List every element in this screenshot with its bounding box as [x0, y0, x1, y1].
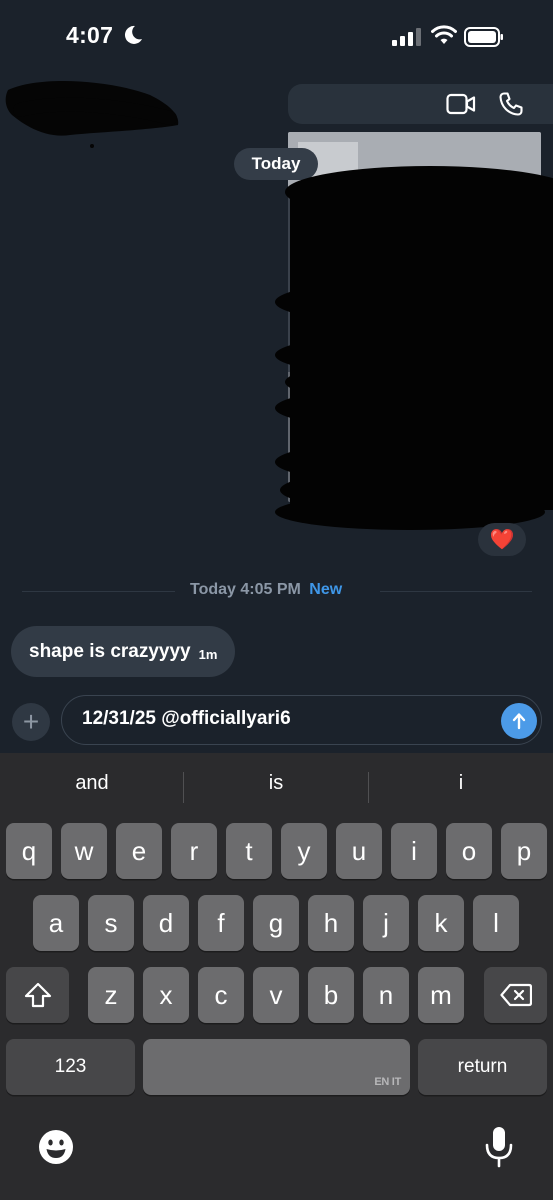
- redacted-image-content: [275, 166, 553, 530]
- key-b[interactable]: b: [308, 967, 354, 1023]
- key-h[interactable]: h: [308, 895, 354, 951]
- key-g[interactable]: g: [253, 895, 299, 951]
- status-time: 4:07: [66, 22, 114, 48]
- key-x[interactable]: x: [143, 967, 189, 1023]
- key-r[interactable]: r: [171, 823, 217, 879]
- delete-key[interactable]: [484, 967, 547, 1023]
- new-badge: New: [309, 581, 343, 598]
- return-key[interactable]: return: [418, 1039, 547, 1095]
- moon-icon: [124, 25, 142, 44]
- key-t[interactable]: t: [226, 823, 272, 879]
- key-e[interactable]: e: [116, 823, 162, 879]
- redacted-contact-name: [5, 80, 179, 148]
- battery-icon: [464, 27, 503, 47]
- message-time: 1m: [198, 647, 218, 662]
- key-v[interactable]: v: [253, 967, 299, 1023]
- plus-icon: +: [22, 706, 40, 737]
- emoji-icon[interactable]: [37, 1128, 75, 1166]
- video-icon[interactable]: [446, 93, 476, 115]
- key-u[interactable]: u: [336, 823, 382, 879]
- key-f[interactable]: f: [198, 895, 244, 951]
- key-n[interactable]: n: [363, 967, 409, 1023]
- key-y[interactable]: y: [281, 823, 327, 879]
- key-z[interactable]: z: [88, 967, 134, 1023]
- incoming-message-bubble[interactable]: shape is crazyyyy 1m: [11, 626, 236, 677]
- key-d[interactable]: d: [143, 895, 189, 951]
- key-i[interactable]: i: [391, 823, 437, 879]
- key-s[interactable]: s: [88, 895, 134, 951]
- cellular-signal-icon: [392, 28, 421, 46]
- key-q[interactable]: q: [6, 823, 52, 879]
- wifi-icon: [431, 25, 457, 44]
- suggestion-1[interactable]: and: [0, 772, 184, 804]
- key-l[interactable]: l: [473, 895, 519, 951]
- space-bar[interactable]: EN IT: [143, 1039, 410, 1095]
- suggestion-3[interactable]: i: [369, 772, 553, 804]
- key-j[interactable]: j: [363, 895, 409, 951]
- heart-icon: ❤️: [489, 529, 515, 551]
- phone-icon[interactable]: [498, 91, 524, 117]
- shift-icon: [24, 982, 51, 1008]
- key-p[interactable]: p: [501, 823, 547, 879]
- suggestion-2[interactable]: is: [184, 772, 368, 804]
- key-m[interactable]: m: [418, 967, 464, 1023]
- backspace-icon: [499, 983, 532, 1007]
- add-attachment-button[interactable]: +: [12, 703, 50, 741]
- key-a[interactable]: a: [33, 895, 79, 951]
- shift-key[interactable]: [6, 967, 69, 1023]
- divider-line: [22, 591, 175, 592]
- key-o[interactable]: o: [446, 823, 492, 879]
- key-w[interactable]: w: [61, 823, 107, 879]
- unread-divider: Today 4:05 PM New: [190, 581, 342, 599]
- keyboard-language-label: EN IT: [374, 1076, 401, 1088]
- arrow-up-icon: [512, 713, 526, 730]
- divider-line: [380, 591, 532, 592]
- divider-timestamp: Today 4:05 PM: [190, 581, 301, 598]
- microphone-icon[interactable]: [484, 1125, 514, 1169]
- numbers-key[interactable]: 123: [6, 1039, 135, 1095]
- send-button[interactable]: [501, 703, 537, 739]
- key-c[interactable]: c: [198, 967, 244, 1023]
- message-text: shape is crazyyyy: [29, 640, 191, 662]
- key-k[interactable]: k: [418, 895, 464, 951]
- heart-reaction[interactable]: ❤️: [478, 523, 526, 556]
- message-input-text[interactable]: 12/31/25 @officiallyari6: [82, 708, 291, 730]
